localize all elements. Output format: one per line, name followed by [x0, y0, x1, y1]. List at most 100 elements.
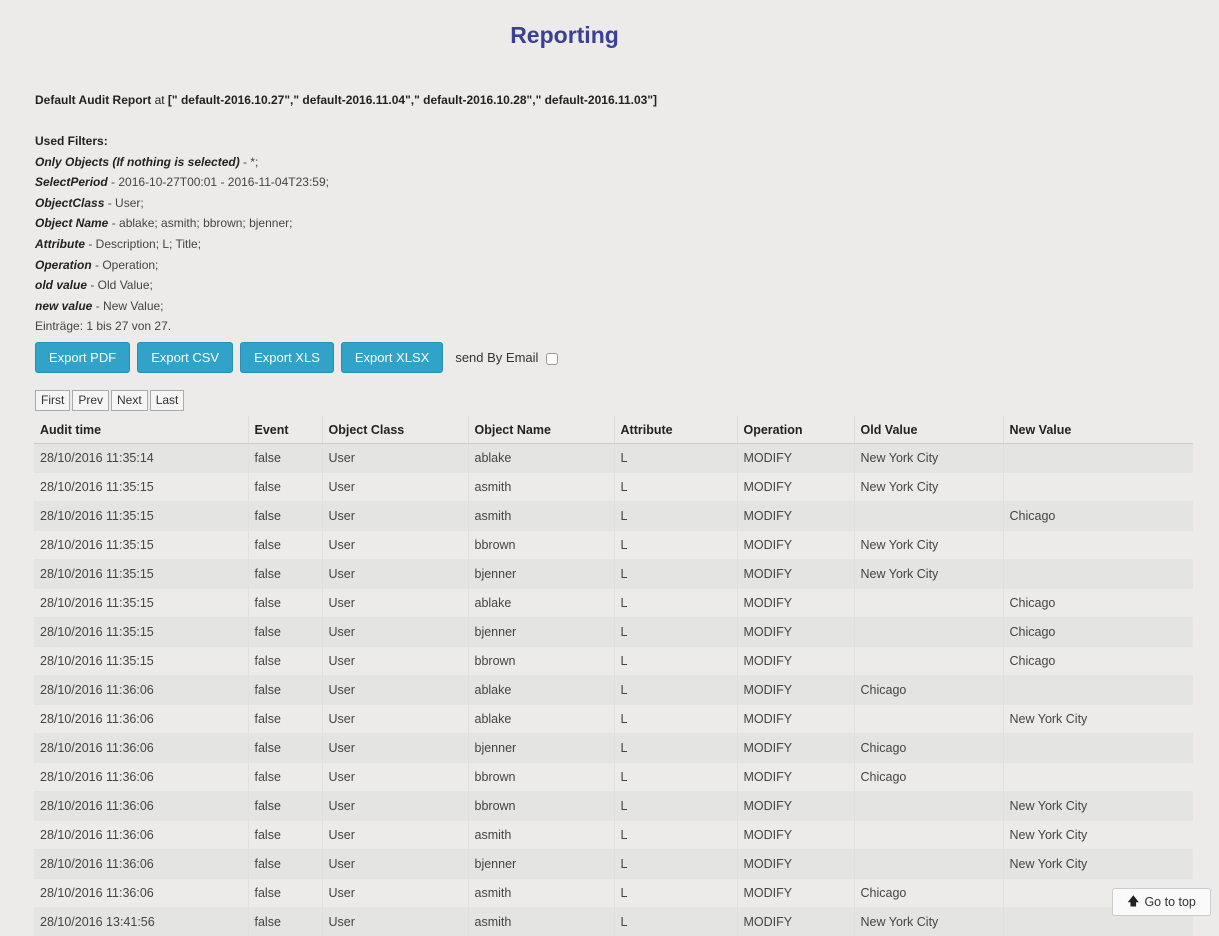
table-cell: User: [322, 734, 468, 763]
audit-table: Audit timeEventObject ClassObject NameAt…: [34, 416, 1193, 936]
table-row: 28/10/2016 11:36:06falseUserbjennerLMODI…: [34, 734, 1193, 763]
table-cell: 28/10/2016 11:35:15: [34, 618, 248, 647]
table-cell: MODIFY: [737, 763, 854, 792]
table-cell: false: [248, 734, 322, 763]
filter-line: Object Name - ablake; asmith; bbrown; bj…: [35, 213, 329, 234]
table-cell: 28/10/2016 11:36:06: [34, 763, 248, 792]
go-to-top-label: Go to top: [1144, 895, 1195, 909]
table-cell: false: [248, 618, 322, 647]
table-cell: false: [248, 589, 322, 618]
table-cell: L: [614, 734, 737, 763]
table-cell: MODIFY: [737, 676, 854, 705]
column-header[interactable]: Object Name: [468, 416, 614, 444]
filter-line: Only Objects (If nothing is selected) - …: [35, 152, 329, 173]
table-cell: ablake: [468, 444, 614, 473]
table-cell: Chicago: [854, 734, 1003, 763]
pagination: First Prev Next Last: [35, 390, 186, 411]
table-cell: 28/10/2016 11:36:06: [34, 734, 248, 763]
table-cell: User: [322, 589, 468, 618]
column-header[interactable]: New Value: [1003, 416, 1193, 444]
table-cell: bbrown: [468, 647, 614, 676]
filter-line: old value - Old Value;: [35, 275, 329, 296]
column-header[interactable]: Audit time: [34, 416, 248, 444]
table-cell: [1003, 676, 1193, 705]
column-header[interactable]: Operation: [737, 416, 854, 444]
table-cell: Chicago: [854, 763, 1003, 792]
table-cell: false: [248, 879, 322, 908]
table-cell: bjenner: [468, 850, 614, 879]
filter-key: Attribute: [35, 237, 85, 251]
table-cell: User: [322, 502, 468, 531]
table-cell: L: [614, 676, 737, 705]
table-cell: User: [322, 618, 468, 647]
send-by-email[interactable]: send By Email: [455, 350, 558, 365]
export-csv-button[interactable]: Export CSV: [137, 342, 233, 373]
table-cell: asmith: [468, 821, 614, 850]
table-cell: MODIFY: [737, 589, 854, 618]
table-cell: New York City: [1003, 792, 1193, 821]
filter-value: - Operation;: [92, 258, 159, 272]
export-xlsx-button[interactable]: Export XLSX: [341, 342, 443, 373]
first-page-button[interactable]: First: [35, 390, 70, 411]
table-cell: 28/10/2016 11:36:06: [34, 821, 248, 850]
table-cell: User: [322, 850, 468, 879]
table-cell: false: [248, 792, 322, 821]
filter-line: SelectPeriod - 2016-10-27T00:01 - 2016-1…: [35, 172, 329, 193]
filter-key: new value: [35, 299, 92, 313]
column-header[interactable]: Object Class: [322, 416, 468, 444]
filter-line: ObjectClass - User;: [35, 193, 329, 214]
table-cell: New York City: [854, 531, 1003, 560]
table-cell: false: [248, 531, 322, 560]
column-header[interactable]: Event: [248, 416, 322, 444]
table-cell: false: [248, 763, 322, 792]
table-row: 28/10/2016 11:35:15falseUserbjennerLMODI…: [34, 560, 1193, 589]
table-cell: Chicago: [1003, 589, 1193, 618]
table-row: 28/10/2016 11:36:06falseUserbjennerLMODI…: [34, 850, 1193, 879]
page-title: Reporting: [0, 22, 1129, 49]
table-row: 28/10/2016 11:35:15falseUserasmithLMODIF…: [34, 502, 1193, 531]
next-page-button[interactable]: Next: [111, 390, 148, 411]
table-cell: bjenner: [468, 560, 614, 589]
column-header[interactable]: Old Value: [854, 416, 1003, 444]
filter-key: ObjectClass: [35, 196, 104, 210]
report-heading: Default Audit Report at [" default-2016.…: [35, 93, 657, 107]
table-row: 28/10/2016 11:35:15falseUserbbrownLMODIF…: [34, 531, 1193, 560]
table-row: 28/10/2016 11:36:06falseUserbbrownLMODIF…: [34, 792, 1193, 821]
table-cell: [854, 792, 1003, 821]
table-cell: Chicago: [854, 676, 1003, 705]
table-cell: MODIFY: [737, 531, 854, 560]
table-row: 28/10/2016 11:35:15falseUserbbrownLMODIF…: [34, 647, 1193, 676]
go-to-top-button[interactable]: 🡅 Go to top: [1112, 888, 1211, 916]
report-targets: [" default-2016.10.27"," default-2016.11…: [168, 93, 657, 107]
table-row: 28/10/2016 11:36:06falseUserbbrownLMODIF…: [34, 763, 1193, 792]
table-cell: asmith: [468, 473, 614, 502]
table-cell: Chicago: [1003, 647, 1193, 676]
table-cell: User: [322, 908, 468, 936]
filter-key: SelectPeriod: [35, 175, 108, 189]
table-cell: User: [322, 879, 468, 908]
table-cell: L: [614, 647, 737, 676]
table-cell: User: [322, 473, 468, 502]
table-row: 28/10/2016 11:35:15falseUserbjennerLMODI…: [34, 618, 1193, 647]
filter-value: - Old Value;: [87, 278, 153, 292]
table-cell: ablake: [468, 705, 614, 734]
export-xls-button[interactable]: Export XLS: [240, 342, 334, 373]
last-page-button[interactable]: Last: [150, 390, 185, 411]
filter-key: Only Objects (If nothing is selected): [35, 155, 240, 169]
table-cell: L: [614, 879, 737, 908]
filter-value: - ablake; asmith; bbrown; bjenner;: [108, 216, 292, 230]
table-cell: 28/10/2016 11:35:15: [34, 560, 248, 589]
table-cell: New York City: [854, 560, 1003, 589]
prev-page-button[interactable]: Prev: [72, 390, 109, 411]
table-cell: asmith: [468, 502, 614, 531]
send-by-email-checkbox[interactable]: [546, 353, 558, 365]
column-header[interactable]: Attribute: [614, 416, 737, 444]
export-pdf-button[interactable]: Export PDF: [35, 342, 130, 373]
entries-count: Einträge: 1 bis 27 von 27.: [35, 316, 329, 337]
filter-line: Attribute - Description; L; Title;: [35, 234, 329, 255]
table-cell: bbrown: [468, 531, 614, 560]
table-row: 28/10/2016 11:36:06falseUserasmithLMODIF…: [34, 821, 1193, 850]
report-at-label: at: [155, 93, 165, 107]
table-cell: MODIFY: [737, 879, 854, 908]
table-cell: [854, 821, 1003, 850]
